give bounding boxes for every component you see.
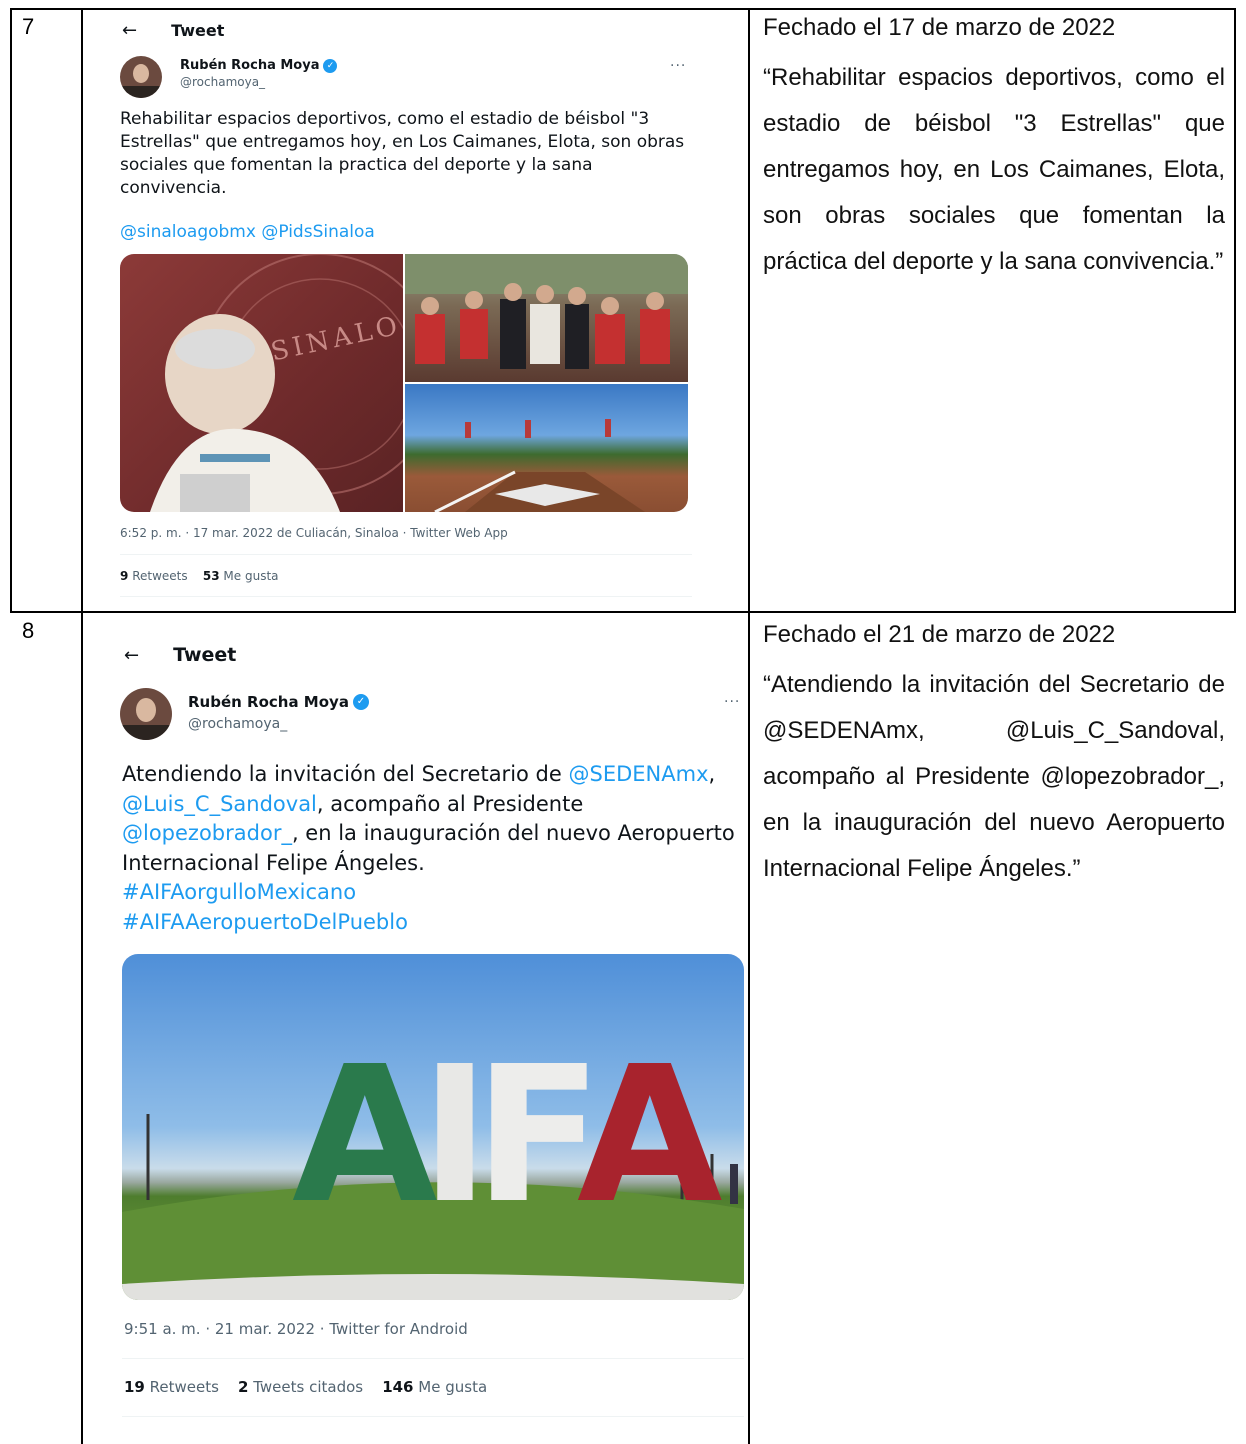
quotes-stat[interactable]: 2 Tweets citados [238, 1378, 363, 1396]
verified-badge-icon: ✓ [323, 58, 338, 73]
row-number: 8 [22, 618, 35, 643]
author-handle[interactable]: @rochamoya_ [188, 716, 287, 732]
retweets-stat[interactable]: 9 Retweets [120, 569, 188, 583]
mention-link-sedena[interactable]: @SEDENAmx [569, 762, 709, 786]
more-options-icon[interactable]: ··· [670, 58, 686, 74]
tweet-mentions[interactable]: @sinaloagobmx @PidsSinaloa [120, 222, 375, 242]
document-page: 7 ← Tweet Rubén Rocha Moya ✓ @rochamoya_… [0, 0, 1246, 1444]
tweet-header: ← Tweet [124, 644, 236, 666]
back-arrow-icon[interactable]: ← [122, 20, 137, 41]
retweets-count: 9 [120, 569, 129, 583]
tweet-card: ← Tweet Rubén Rocha Moya ✓ @rochamoya_ ·… [104, 628, 748, 1444]
tweet-photo-aifa[interactable]: A I F A [122, 954, 744, 1300]
author-name-text: Rubén Rocha Moya [188, 693, 349, 711]
author-name-text: Rubén Rocha Moya [180, 58, 320, 73]
likes-label: Me gusta [418, 1378, 488, 1396]
avatar[interactable] [120, 56, 162, 98]
hashtag-link[interactable]: #AIFAAeropuertoDelPueblo [122, 910, 408, 934]
description-date: Fechado el 21 de marzo de 2022 [763, 621, 1116, 648]
tweet-text: Rehabilitar espacios deportivos, como el… [120, 109, 685, 198]
tweet-card: ← Tweet Rubén Rocha Moya ✓ @rochamoya_ ·… [108, 14, 704, 604]
more-options-icon[interactable]: ··· [724, 694, 740, 710]
avatar-face [133, 64, 149, 83]
description-quote: “Atendiendo la invitación del Secretario… [763, 671, 1225, 882]
likes-stat[interactable]: 146 Me gusta [382, 1378, 487, 1396]
row-description: Fechado el 21 de marzo de 2022 “Atendien… [763, 620, 1225, 892]
tweet-timestamp[interactable]: 9:51 a. m. · 21 mar. 2022 · Twitter for … [124, 1320, 468, 1338]
author-handle[interactable]: @rochamoya_ [180, 75, 265, 89]
tweet-text-separator: , [708, 762, 716, 786]
tweet-stats: 9 Retweets 53 Me gusta [120, 569, 279, 583]
table-row-divider [10, 611, 1236, 613]
tweet-stats: 19 Retweets 2 Tweets citados 146 Me gust… [124, 1378, 487, 1396]
stats-divider-bottom [120, 596, 692, 597]
likes-stat[interactable]: 53 Me gusta [203, 569, 279, 583]
table-left-border [10, 8, 12, 613]
likes-count: 146 [382, 1378, 414, 1396]
aifa-letter: A [577, 1026, 723, 1245]
group-illustration [405, 254, 688, 369]
retweets-count: 19 [124, 1378, 145, 1396]
quotes-label: Tweets citados [253, 1378, 364, 1396]
author-name[interactable]: Rubén Rocha Moya ✓ [180, 58, 338, 73]
seal-illustration [150, 254, 403, 512]
tweet-header: ← Tweet [122, 20, 224, 41]
tweet-text-part: , acompaño al Presidente [316, 791, 584, 816]
retweets-label: Retweets [132, 569, 188, 583]
quotes-count: 2 [238, 1378, 249, 1396]
row-number: 7 [22, 14, 35, 39]
stats-divider-top [120, 554, 692, 555]
author-name[interactable]: Rubén Rocha Moya ✓ [188, 693, 369, 711]
verified-badge-icon: ✓ [352, 694, 369, 710]
retweets-label: Retweets [149, 1378, 219, 1396]
description-quote: “Rehabilitar espacios deportivos, como e… [763, 64, 1225, 275]
avatar-suit [120, 86, 162, 98]
table-col-divider-1 [81, 8, 83, 1444]
mention-link-lopezobrador[interactable]: @lopezobrador_ [122, 821, 292, 845]
table-top-border [10, 8, 1236, 10]
avatar[interactable] [120, 688, 172, 740]
table-right-border [1234, 8, 1236, 613]
likes-count: 53 [202, 569, 220, 583]
tweet-photo-governor[interactable]: SINALO [120, 254, 403, 512]
back-arrow-icon[interactable]: ← [124, 645, 139, 666]
tweet-text-part: Atendiendo la invitación del Secretario … [122, 762, 562, 786]
table-col-divider-2 [748, 8, 750, 1444]
row-description: Fechado el 17 de marzo de 2022 “Rehabili… [763, 13, 1225, 285]
stats-divider-top [122, 1358, 744, 1359]
tweet-photo-group[interactable] [405, 254, 688, 382]
avatar-suit [120, 725, 172, 740]
tweet-header-title: Tweet [171, 21, 225, 40]
tweet-header-title: Tweet [173, 644, 237, 666]
aifa-letter: A [292, 1026, 438, 1245]
tweet-text: Atendiendo la invitación del Secretario … [122, 760, 742, 937]
description-date: Fechado el 17 de marzo de 2022 [763, 14, 1116, 41]
avatar-face [136, 698, 156, 722]
hashtag-link[interactable]: #AIFAorgulloMexicano [122, 880, 356, 904]
tweet-photo-field[interactable] [405, 384, 688, 512]
tweet-timestamp[interactable]: 6:52 p. m. · 17 mar. 2022 de Culiacán, S… [120, 526, 508, 540]
stats-divider-bottom [122, 1416, 744, 1417]
mention-link-sandoval[interactable]: @Luis_C_Sandoval [122, 792, 317, 816]
field-illustration [434, 419, 645, 512]
likes-label: Me gusta [223, 569, 279, 583]
retweets-stat[interactable]: 19 Retweets [124, 1378, 219, 1396]
